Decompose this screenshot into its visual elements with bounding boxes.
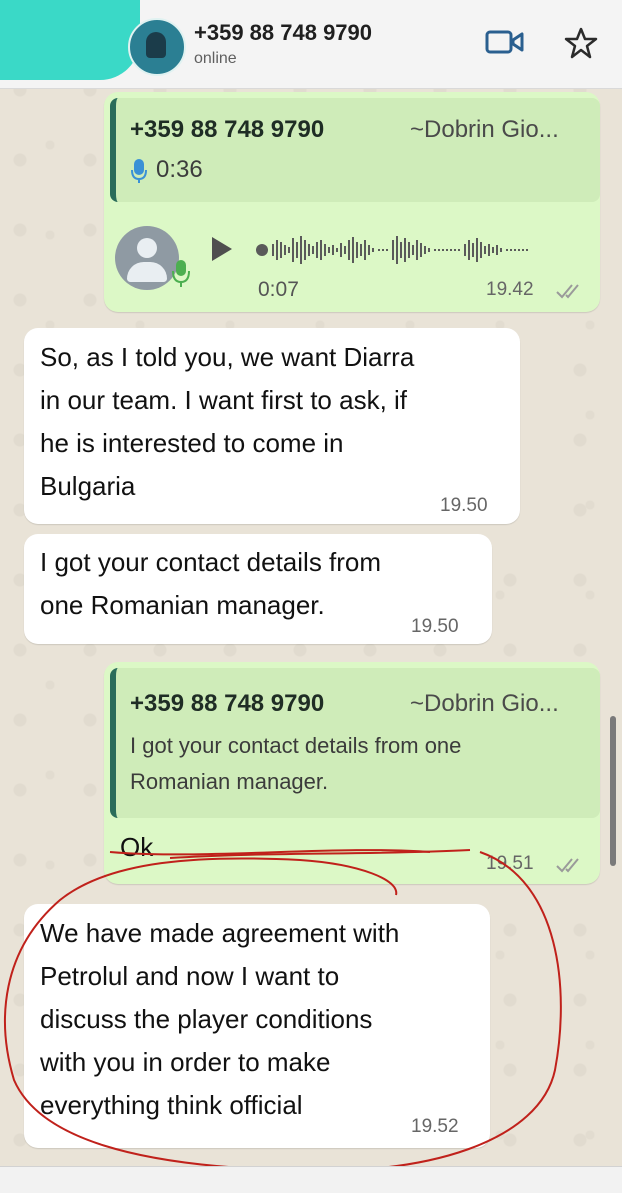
quote-sender-author: ~Dobrin Gio... (410, 116, 559, 143)
message-line: Petrolul and now I want to (40, 961, 340, 991)
message-line: he is interested to come in (40, 428, 344, 458)
quoted-voice-message[interactable] (110, 98, 600, 202)
quote-text-line: I got your contact details from one (130, 733, 462, 758)
message-line: one Romanian manager. (40, 590, 325, 620)
message-text: Ok (120, 832, 154, 862)
star-icon[interactable] (563, 26, 599, 62)
contact-name[interactable]: +359 88 748 9790 (194, 20, 372, 46)
message-line: in our team. I want first to ask, if (40, 385, 408, 415)
message-line: We have made agreement with (40, 918, 400, 948)
video-call-icon[interactable] (485, 28, 525, 58)
message-time: 19.50 (440, 495, 488, 516)
quote-text-line: Romanian manager. (130, 769, 329, 794)
input-bar[interactable] (0, 1166, 622, 1193)
quote-sender-name: +359 88 748 9790 (130, 116, 325, 143)
contact-avatar[interactable] (128, 18, 186, 76)
play-icon[interactable] (212, 237, 232, 261)
back-button[interactable] (0, 0, 140, 80)
message-time: 19.52 (411, 1116, 459, 1137)
quote-voice-duration: 0:36 (156, 156, 203, 183)
message-time: 19.42 (486, 279, 534, 300)
read-ticks-icon (556, 284, 579, 299)
quote-sender-name: +359 88 748 9790 (130, 690, 325, 717)
mic-icon (131, 159, 147, 183)
message-line: discuss the player conditions (40, 1004, 373, 1034)
quote-sender-author: ~Dobrin Gio... (410, 690, 559, 717)
voice-mic-icon (172, 260, 190, 287)
message-line: with you in order to make (40, 1047, 331, 1077)
message-time: 19.50 (411, 616, 459, 637)
chat-header: +359 88 748 9790 online (0, 0, 622, 89)
contact-status: online (194, 50, 237, 67)
voice-duration: 0:07 (258, 278, 299, 301)
message-line: Bulgaria (40, 471, 136, 501)
message-line: I got your contact details from (40, 547, 382, 577)
message-time: 19.51 (486, 853, 534, 874)
scrollbar[interactable] (610, 716, 616, 866)
voice-waveform[interactable] (256, 230, 576, 270)
read-ticks-icon (556, 858, 579, 873)
message-line: So, as I told you, we want Diarra (40, 342, 415, 372)
message-line: everything think official (40, 1090, 303, 1120)
